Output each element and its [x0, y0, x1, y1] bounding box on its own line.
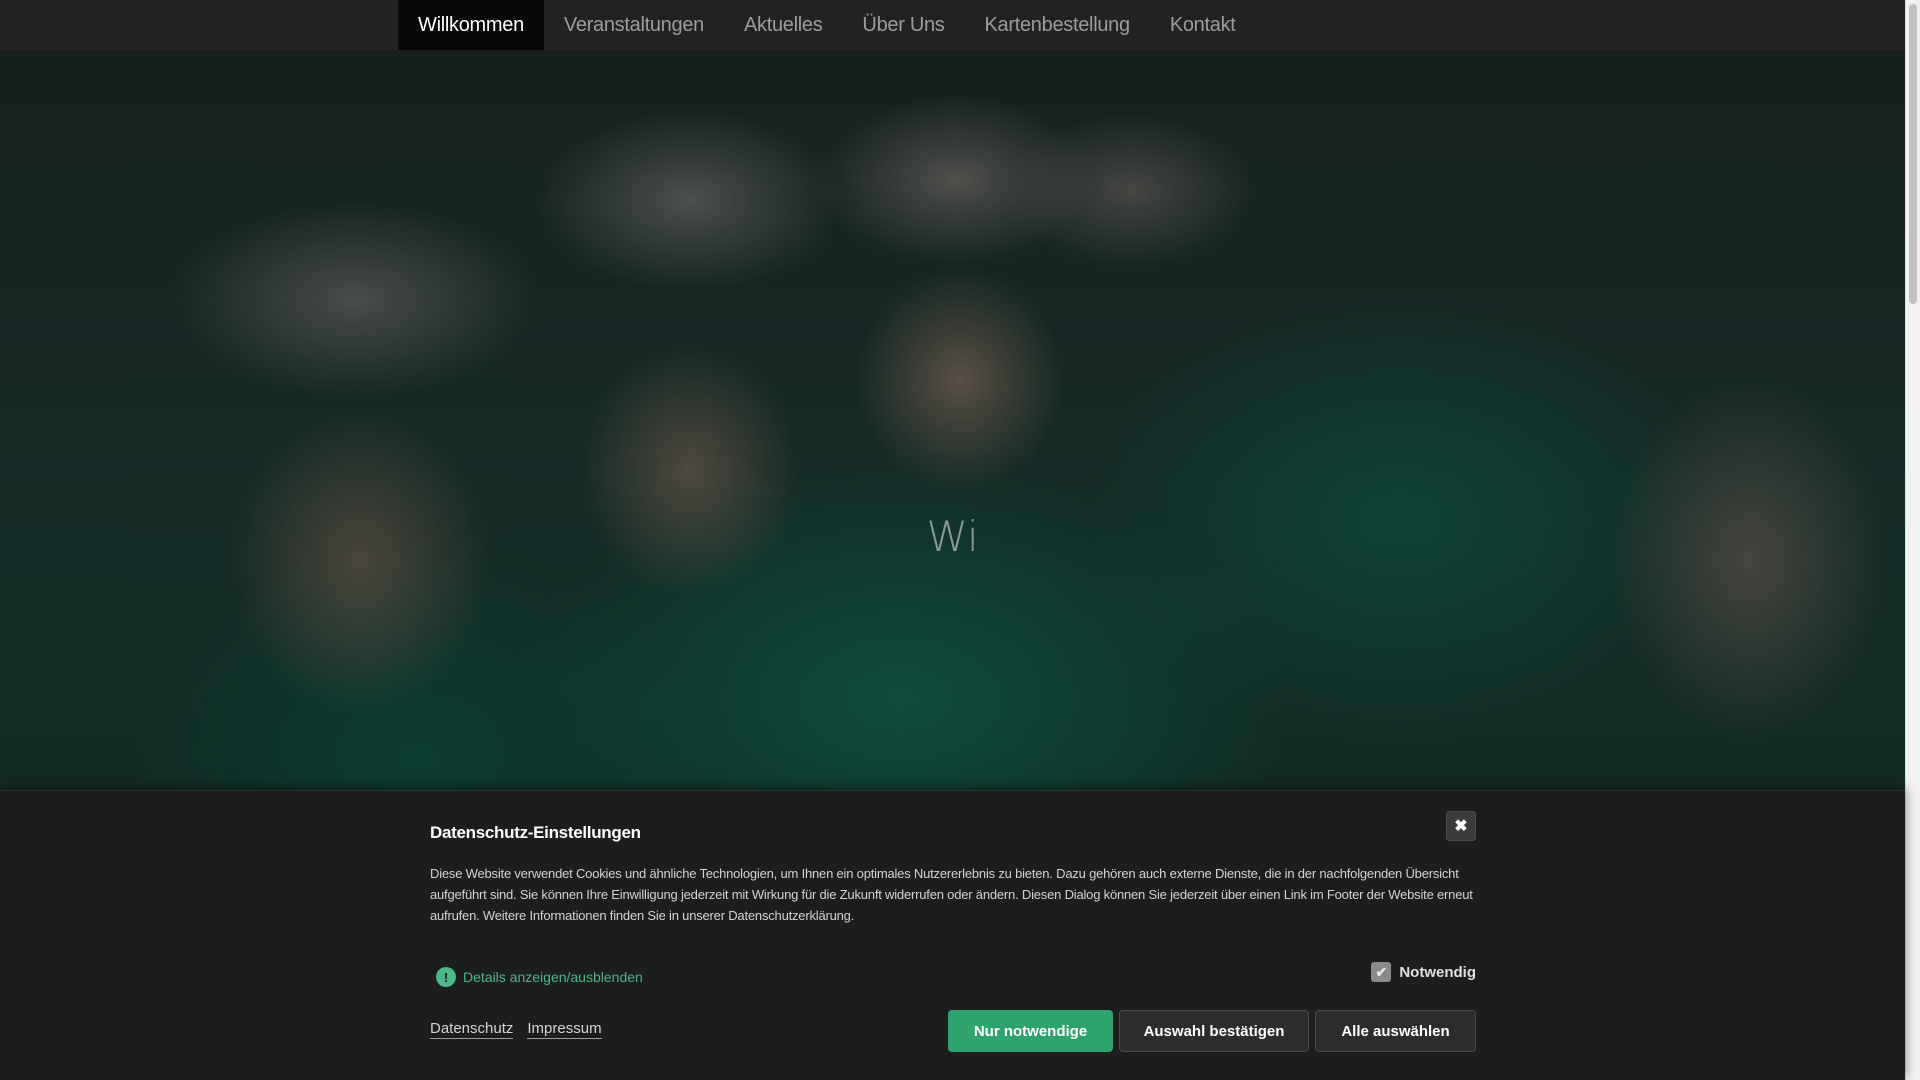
info-icon: ! — [436, 967, 456, 987]
necessary-checkbox-label: Notwendig — [1399, 963, 1476, 981]
hero-title: Wi — [926, 512, 979, 561]
necessary-checkbox-group: ✔ Notwendig — [1371, 962, 1476, 982]
nav-item-veranstaltungen[interactable]: Veranstaltungen — [544, 0, 724, 50]
cookie-consent-dialog: Datenschutz-Einstellungen ✖ Diese Websit… — [0, 790, 1905, 1080]
close-button[interactable]: ✖ — [1446, 811, 1476, 841]
nav-item-kontakt[interactable]: Kontakt — [1150, 0, 1256, 50]
nav-item-kartenbestellung[interactable]: Kartenbestellung — [965, 0, 1150, 50]
close-icon: ✖ — [1454, 818, 1468, 835]
cookie-dialog-text: Diese Website verwendet Cookies und ähnl… — [430, 866, 1473, 923]
cookie-dialog-content: Datenschutz-Einstellungen ✖ Diese Websit… — [430, 791, 1476, 1080]
nav-item-ueber-uns[interactable]: Über Uns — [842, 0, 964, 50]
imprint-link[interactable]: Impressum — [527, 1020, 602, 1039]
main-navbar: Willkommen Veranstaltungen Aktuelles Übe… — [0, 0, 1905, 50]
nav-item-aktuelles[interactable]: Aktuelles — [724, 0, 842, 50]
page-scrollbar[interactable] — [1905, 0, 1920, 1080]
details-toggle[interactable]: ! Details anzeigen/ausblenden — [436, 967, 643, 987]
only-necessary-button[interactable]: Nur notwendige — [948, 1010, 1113, 1052]
select-all-button[interactable]: Alle auswählen — [1315, 1010, 1476, 1052]
nav-list: Willkommen Veranstaltungen Aktuelles Übe… — [398, 0, 1256, 50]
privacy-link[interactable]: Datenschutz — [430, 1020, 514, 1039]
details-toggle-label: Details anzeigen/ausblenden — [463, 969, 643, 985]
scrollbar-thumb[interactable] — [1909, 4, 1917, 304]
necessary-checkbox[interactable]: ✔ — [1371, 962, 1392, 982]
nav-item-willkommen[interactable]: Willkommen — [398, 0, 544, 50]
cookie-dialog-title: Datenschutz-Einstellungen — [430, 823, 641, 842]
confirm-selection-button[interactable]: Auswahl bestätigen — [1119, 1010, 1309, 1052]
cookie-dialog-links: Datenschutz Impressum — [430, 1020, 602, 1039]
